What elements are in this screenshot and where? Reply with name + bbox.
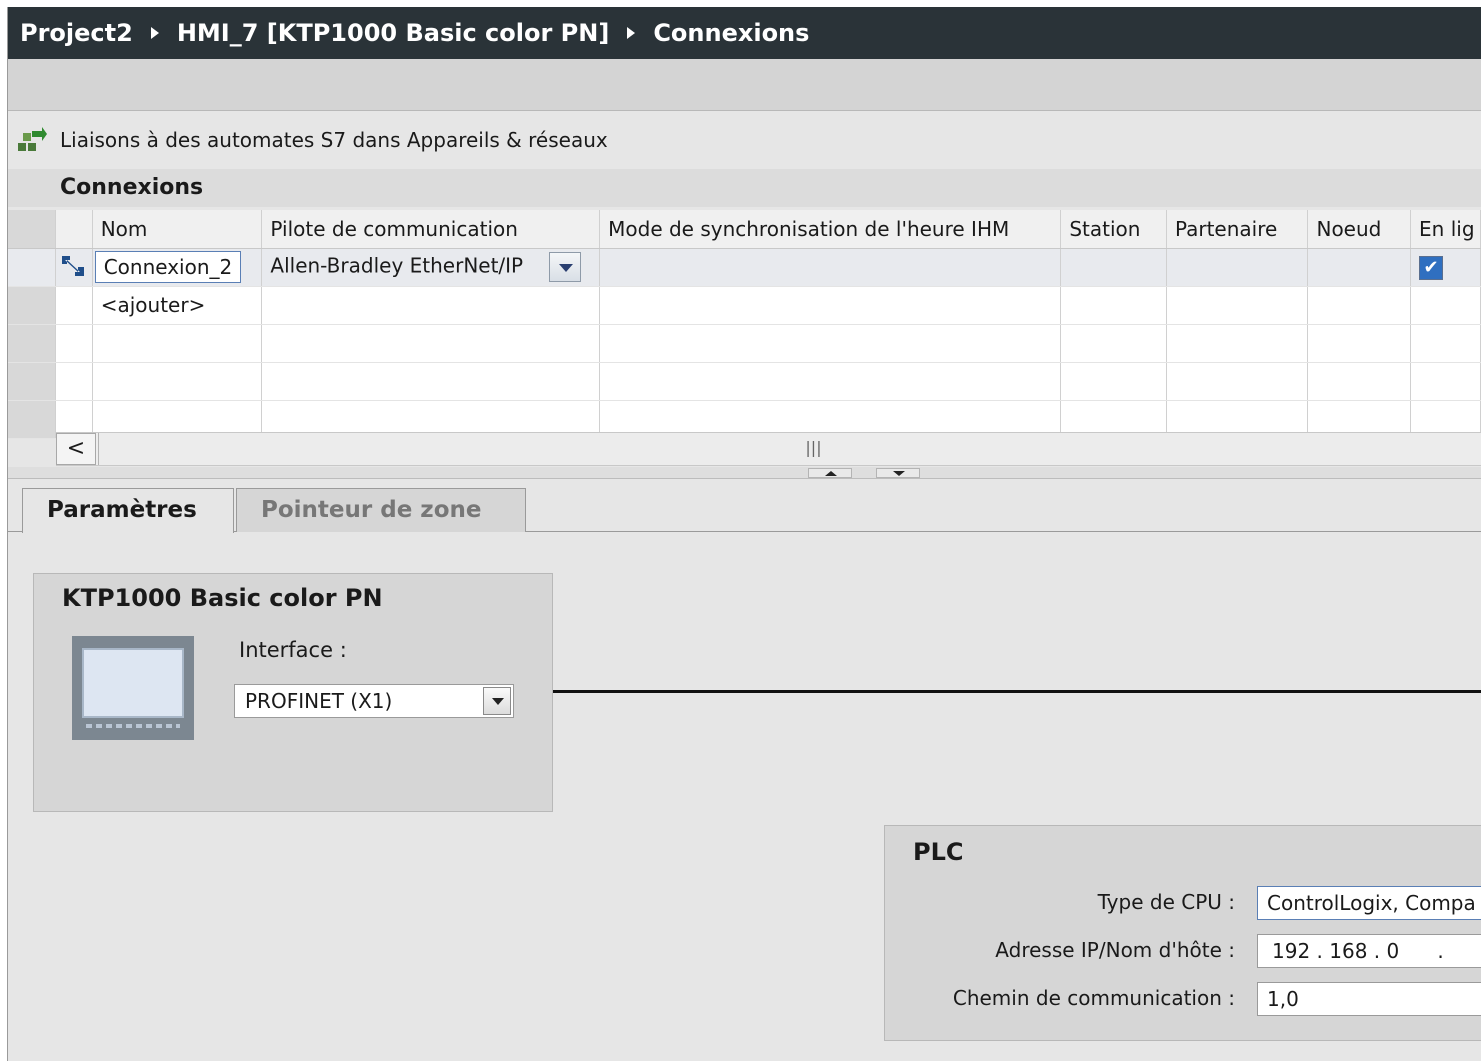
plc-panel: PLC Type de CPU : ControlLogix, Compa Ad… bbox=[884, 825, 1481, 1041]
table-row bbox=[8, 324, 1481, 363]
pane-splitter[interactable] bbox=[8, 467, 1481, 479]
hmi-screen bbox=[82, 648, 184, 718]
empty-cell bbox=[55, 362, 93, 401]
properties-tabs: Paramètres Pointeur de zone bbox=[8, 480, 1481, 533]
scroll-grip-icon: ||| bbox=[805, 438, 822, 457]
hmi-keys bbox=[86, 724, 180, 728]
breadcrumb-project[interactable]: Project2 bbox=[20, 19, 133, 47]
ip-address-row: Adresse IP/Nom d'hôte : 192 . 168 . 0 . bbox=[885, 934, 1481, 968]
chevron-down-icon[interactable] bbox=[483, 687, 511, 715]
online-cell[interactable]: ✔ bbox=[1410, 248, 1481, 287]
editor-toolbar bbox=[8, 59, 1481, 111]
row-header-corner bbox=[8, 210, 56, 249]
scroll-left-button[interactable]: < bbox=[56, 433, 96, 465]
add-connection-cell[interactable]: <ajouter> bbox=[92, 286, 263, 325]
empty-cell bbox=[1410, 324, 1481, 363]
column-header-node[interactable]: Noeud bbox=[1307, 210, 1412, 249]
table-row bbox=[8, 362, 1481, 401]
column-header-icon bbox=[55, 210, 93, 249]
connections-table: Nom Pilote de communication Mode de sync… bbox=[8, 210, 1481, 439]
connection-name-field[interactable]: Connexion_2 bbox=[94, 251, 242, 283]
tab-parametres[interactable]: Paramètres bbox=[22, 488, 234, 533]
row-selector bbox=[8, 324, 56, 363]
column-header-time-sync[interactable]: Mode de synchronisation de l'heure IHM bbox=[599, 210, 1062, 249]
comm-path-row: Chemin de communication : 1,0 bbox=[885, 982, 1481, 1016]
row-selector bbox=[8, 400, 56, 439]
node-cell[interactable] bbox=[1307, 248, 1412, 287]
empty-cell bbox=[599, 362, 1062, 401]
splitter-down-button[interactable] bbox=[876, 468, 920, 478]
connections-editor: Project2 HMI_7 [KTP1000 Basic color PN] … bbox=[7, 7, 1481, 1061]
breadcrumb-separator-icon bbox=[627, 27, 636, 39]
ip-address-label: Adresse IP/Nom d'hôte : bbox=[995, 938, 1235, 962]
plc-title: PLC bbox=[913, 838, 964, 866]
cpu-type-field[interactable]: ControlLogix, Compa bbox=[1257, 886, 1481, 920]
splitter-up-button[interactable] bbox=[808, 468, 852, 478]
row-selector[interactable] bbox=[8, 286, 56, 325]
breadcrumb-separator-icon bbox=[150, 27, 159, 39]
empty-cell bbox=[1307, 324, 1412, 363]
empty-cell bbox=[1410, 362, 1481, 401]
empty-cell bbox=[55, 324, 93, 363]
empty-cell bbox=[1060, 362, 1167, 401]
station-cell[interactable] bbox=[1060, 248, 1167, 287]
empty-cell bbox=[1166, 362, 1309, 401]
empty-cell bbox=[1307, 362, 1412, 401]
s7-connections-link[interactable]: Liaisons à des automates S7 dans Apparei… bbox=[16, 125, 608, 155]
empty-cell bbox=[599, 324, 1062, 363]
empty-cell bbox=[1060, 324, 1167, 363]
column-header-name[interactable]: Nom bbox=[92, 210, 263, 249]
empty-cell bbox=[1166, 324, 1309, 363]
interface-select-value: PROFINET (X1) bbox=[245, 689, 393, 713]
partner-cell[interactable] bbox=[1166, 248, 1309, 287]
empty-cell bbox=[92, 362, 263, 401]
scroll-thumb[interactable]: ||| bbox=[98, 433, 1481, 465]
horizontal-scrollbar[interactable]: < ||| bbox=[56, 432, 1481, 466]
table-row[interactable]: Connexion_2 Allen-Bradley EtherNet/IP ✔ bbox=[8, 248, 1481, 287]
empty-cell bbox=[261, 324, 601, 363]
station-cell[interactable] bbox=[1060, 286, 1167, 325]
hmi-device-panel: KTP1000 Basic color PN Interface : PROFI… bbox=[33, 573, 553, 812]
column-header-station[interactable]: Station bbox=[1060, 210, 1167, 249]
time-sync-cell[interactable] bbox=[599, 286, 1062, 325]
row-selector[interactable] bbox=[8, 248, 56, 287]
empty-cell bbox=[92, 324, 263, 363]
breadcrumb: Project2 HMI_7 [KTP1000 Basic color PN] … bbox=[8, 7, 1481, 59]
breadcrumb-page: Connexions bbox=[653, 19, 810, 47]
column-header-online[interactable]: En lig bbox=[1410, 210, 1481, 249]
interface-select[interactable]: PROFINET (X1) bbox=[234, 684, 514, 718]
column-header-driver[interactable]: Pilote de communication bbox=[261, 210, 601, 249]
time-sync-cell[interactable] bbox=[599, 248, 1062, 287]
breadcrumb-device[interactable]: HMI_7 [KTP1000 Basic color PN] bbox=[177, 19, 609, 47]
row-selector bbox=[8, 362, 56, 401]
interface-label: Interface : bbox=[239, 638, 347, 662]
driver-dropdown-button[interactable] bbox=[549, 252, 582, 282]
hmi-device-title: KTP1000 Basic color PN bbox=[62, 584, 383, 612]
s7-connections-link-label[interactable]: Liaisons à des automates S7 dans Apparei… bbox=[60, 128, 608, 152]
cpu-type-label: Type de CPU : bbox=[1097, 890, 1235, 914]
row-icon-cell bbox=[55, 286, 93, 325]
driver-cell[interactable]: Allen-Bradley EtherNet/IP bbox=[261, 248, 601, 287]
connection-name-cell[interactable]: Connexion_2 bbox=[92, 248, 263, 287]
connections-section-title: Connexions bbox=[8, 169, 1481, 207]
ip-address-field[interactable]: 192 . 168 . 0 . bbox=[1257, 934, 1481, 968]
network-line bbox=[553, 690, 1481, 693]
node-cell[interactable] bbox=[1307, 286, 1412, 325]
comm-path-label: Chemin de communication : bbox=[952, 986, 1235, 1010]
driver-cell[interactable] bbox=[261, 286, 601, 325]
table-row[interactable]: <ajouter> bbox=[8, 286, 1481, 325]
table-header-row: Nom Pilote de communication Mode de sync… bbox=[8, 210, 1481, 249]
empty-cell bbox=[261, 362, 601, 401]
partner-cell[interactable] bbox=[1166, 286, 1309, 325]
online-cell[interactable] bbox=[1410, 286, 1481, 325]
tab-pointeur-de-zone[interactable]: Pointeur de zone bbox=[236, 488, 526, 532]
driver-value: Allen-Bradley EtherNet/IP bbox=[270, 253, 524, 278]
cpu-type-row: Type de CPU : ControlLogix, Compa bbox=[885, 886, 1481, 920]
comm-path-field[interactable]: 1,0 bbox=[1257, 982, 1481, 1016]
online-checkbox[interactable]: ✔ bbox=[1419, 256, 1444, 280]
hmi-panel-icon bbox=[72, 636, 194, 740]
network-connection-icon bbox=[16, 125, 48, 155]
column-header-partner[interactable]: Partenaire bbox=[1166, 210, 1309, 249]
connection-icon bbox=[55, 248, 93, 287]
